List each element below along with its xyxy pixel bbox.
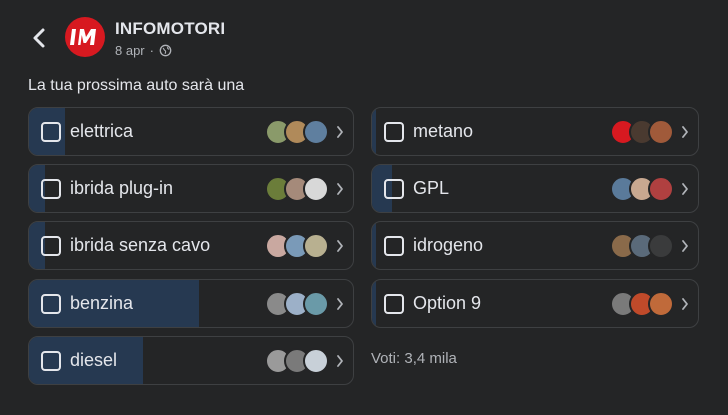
chevron-right-icon[interactable] bbox=[336, 125, 344, 139]
voter-avatar bbox=[303, 348, 329, 374]
checkbox-icon[interactable] bbox=[41, 351, 61, 371]
poll-option-label: ibrida senza cavo bbox=[70, 235, 211, 255]
checkbox-icon[interactable] bbox=[384, 122, 404, 142]
infomotori-logo-icon bbox=[70, 29, 96, 45]
page-name[interactable]: INFOMOTORI bbox=[115, 19, 225, 39]
poll-option[interactable]: Option 9 bbox=[371, 279, 699, 328]
poll-option[interactable]: metano bbox=[371, 107, 699, 156]
voter-avatars[interactable] bbox=[610, 119, 674, 145]
voter-avatars[interactable] bbox=[265, 119, 329, 145]
post-date[interactable]: 8 apr bbox=[115, 43, 145, 58]
poll-option-label: ibrida plug-in bbox=[70, 178, 174, 198]
poll-option-result-bar bbox=[372, 108, 376, 155]
back-arrow-icon[interactable] bbox=[28, 24, 52, 52]
poll-option-label: metano bbox=[413, 121, 474, 141]
page-avatar[interactable] bbox=[65, 17, 105, 57]
checkbox-icon[interactable] bbox=[41, 294, 61, 314]
poll-option[interactable]: elettrica bbox=[28, 107, 354, 156]
checkbox-icon[interactable] bbox=[41, 122, 61, 142]
chevron-right-icon[interactable] bbox=[681, 239, 689, 253]
poll-option-result-bar bbox=[372, 280, 376, 327]
poll-option-label: diesel bbox=[70, 350, 118, 370]
poll-option-label: benzina bbox=[70, 293, 134, 313]
voter-avatar bbox=[303, 291, 329, 317]
globe-icon bbox=[159, 44, 172, 57]
poll-option-label: GPL bbox=[413, 178, 450, 198]
voter-avatars[interactable] bbox=[265, 348, 329, 374]
poll-option-label: idrogeno bbox=[413, 235, 484, 255]
voter-avatars[interactable] bbox=[265, 233, 329, 259]
post-meta: 8 apr · bbox=[115, 43, 172, 58]
voter-avatar bbox=[648, 119, 674, 145]
chevron-right-icon[interactable] bbox=[681, 182, 689, 196]
chevron-right-icon[interactable] bbox=[336, 182, 344, 196]
poll-option[interactable]: benzina bbox=[28, 279, 354, 328]
chevron-right-icon[interactable] bbox=[336, 354, 344, 368]
post-header: INFOMOTORI 8 apr · bbox=[0, 0, 728, 70]
chevron-right-icon[interactable] bbox=[336, 297, 344, 311]
voter-avatar bbox=[648, 233, 674, 259]
poll-option-label: Option 9 bbox=[413, 293, 482, 313]
chevron-right-icon[interactable] bbox=[681, 125, 689, 139]
voter-avatars[interactable] bbox=[265, 291, 329, 317]
poll-option-label: elettrica bbox=[70, 121, 134, 141]
voter-avatar bbox=[648, 176, 674, 202]
voter-avatars[interactable] bbox=[610, 233, 674, 259]
poll-question: La tua prossima auto sarà una bbox=[28, 77, 245, 94]
voter-avatars[interactable] bbox=[265, 176, 329, 202]
poll-option[interactable]: ibrida senza cavo bbox=[28, 221, 354, 270]
votes-count[interactable]: Voti: 3,4 mila bbox=[371, 350, 457, 367]
voter-avatar bbox=[648, 291, 674, 317]
checkbox-icon[interactable] bbox=[384, 179, 404, 199]
voter-avatar bbox=[303, 176, 329, 202]
chevron-right-icon[interactable] bbox=[336, 239, 344, 253]
poll-option[interactable]: diesel bbox=[28, 336, 354, 385]
meta-separator: · bbox=[149, 43, 154, 58]
voter-avatars[interactable] bbox=[610, 291, 674, 317]
poll-option-result-bar bbox=[372, 222, 376, 269]
checkbox-icon[interactable] bbox=[384, 236, 404, 256]
voter-avatar bbox=[303, 233, 329, 259]
checkbox-icon[interactable] bbox=[384, 294, 404, 314]
voter-avatars[interactable] bbox=[610, 176, 674, 202]
voter-avatar bbox=[303, 119, 329, 145]
checkbox-icon[interactable] bbox=[41, 236, 61, 256]
poll-option[interactable]: ibrida plug-in bbox=[28, 164, 354, 213]
poll-option[interactable]: idrogeno bbox=[371, 221, 699, 270]
poll-option[interactable]: GPL bbox=[371, 164, 699, 213]
chevron-right-icon[interactable] bbox=[681, 297, 689, 311]
checkbox-icon[interactable] bbox=[41, 179, 61, 199]
